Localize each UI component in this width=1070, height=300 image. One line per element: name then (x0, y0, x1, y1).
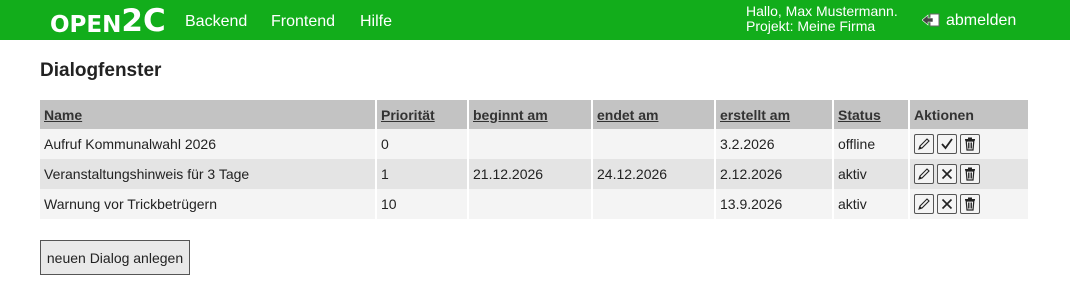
dialog-table: Name Priorität beginnt am endet am erste… (38, 100, 1030, 219)
cell-actions (910, 129, 1028, 159)
column-header-status[interactable]: Status (834, 100, 908, 129)
cell-status: aktiv (834, 189, 908, 219)
table-row: Veranstaltungshinweis für 3 Tage 1 21.12.2… (40, 159, 1028, 189)
column-header-name[interactable]: Name (40, 100, 375, 129)
new-dialog-button[interactable]: neuen Dialog anlegen (40, 240, 190, 275)
column-header-created[interactable]: erstellt am (716, 100, 832, 129)
delete-button[interactable] (960, 164, 980, 184)
delete-button[interactable] (960, 134, 980, 154)
cell-start: 21.12.2026 (469, 159, 591, 189)
deactivate-button[interactable] (937, 194, 957, 214)
logout-label: abmelden (946, 12, 1017, 29)
activate-button[interactable] (937, 134, 957, 154)
table-row: Warnung vor Trickbetrügern 10 13.9.2026 akt… (40, 189, 1028, 219)
page-title: Dialogfenster (40, 60, 162, 81)
cell-end (593, 129, 714, 159)
cell-created: 13.9.2026 (716, 189, 832, 219)
cell-status: offline (834, 129, 908, 159)
cell-status: aktiv (834, 159, 908, 189)
cell-created: 2.12.2026 (716, 159, 832, 189)
nav-frontend[interactable]: Frontend (271, 13, 335, 31)
delete-button[interactable] (960, 194, 980, 214)
cell-priority: 0 (377, 129, 467, 159)
edit-button[interactable] (914, 134, 934, 154)
user-project: Projekt: Meine Firma (746, 18, 876, 34)
cell-priority: 1 (377, 159, 467, 189)
cell-actions (910, 159, 1028, 189)
logout-icon (921, 13, 940, 27)
top-bar: OPEN2C Backend Frontend Hilfe Hallo, Max… (0, 0, 1070, 40)
edit-button[interactable] (914, 164, 934, 184)
nav-backend[interactable]: Backend (185, 13, 247, 31)
logout-link[interactable]: abmelden (921, 12, 1017, 30)
table-header-row: Name Priorität beginnt am endet am erste… (40, 100, 1028, 129)
column-header-end[interactable]: endet am (593, 100, 714, 129)
cell-priority: 10 (377, 189, 467, 219)
cell-actions (910, 189, 1028, 219)
user-greeting: Hallo, Max Mustermann. (746, 3, 898, 19)
cell-end: 24.12.2026 (593, 159, 714, 189)
cell-name: Warnung vor Trickbetrügern (40, 189, 375, 219)
column-header-priority[interactable]: Priorität (377, 100, 467, 129)
user-info: Hallo, Max Mustermann. Projekt: Meine Fi… (746, 4, 898, 34)
app-logo[interactable]: OPEN2C (50, 3, 166, 39)
column-header-actions: Aktionen (910, 100, 1028, 129)
nav-help[interactable]: Hilfe (360, 13, 392, 31)
cell-name: Veranstaltungshinweis für 3 Tage (40, 159, 375, 189)
table-row: Aufruf Kommunalwahl 2026 0 3.2.2026 offline (40, 129, 1028, 159)
logo-text: OPEN (50, 12, 122, 38)
cell-created: 3.2.2026 (716, 129, 832, 159)
cell-end (593, 189, 714, 219)
cell-start (469, 129, 591, 159)
cell-start (469, 189, 591, 219)
logo-text-accent: 2C (121, 3, 166, 39)
edit-button[interactable] (914, 194, 934, 214)
column-header-start[interactable]: beginnt am (469, 100, 591, 129)
cell-name: Aufruf Kommunalwahl 2026 (40, 129, 375, 159)
deactivate-button[interactable] (937, 164, 957, 184)
